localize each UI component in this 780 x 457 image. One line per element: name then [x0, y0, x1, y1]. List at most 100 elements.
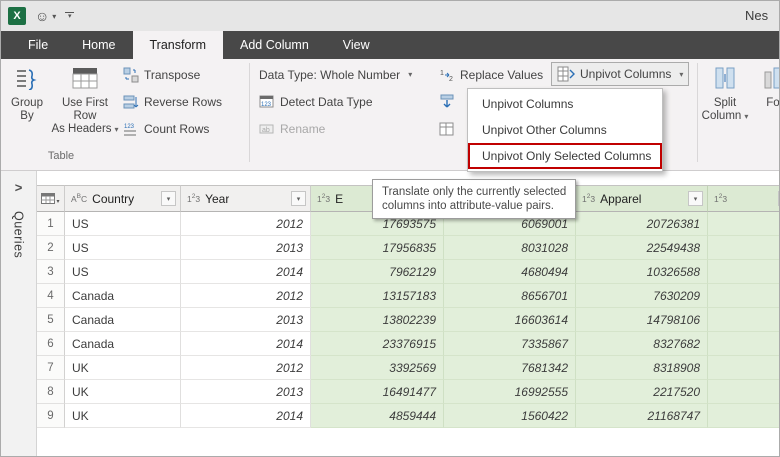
column-header-apparel[interactable]: 123 Apparel ▾: [576, 185, 708, 212]
menu-item-unpivot-other-columns[interactable]: Unpivot Other Columns: [468, 117, 662, 143]
cell[interactable]: 16603614: [444, 308, 576, 332]
row-number[interactable]: 4: [37, 284, 65, 308]
cell[interactable]: 2014: [181, 404, 311, 428]
type-number-icon: 123: [582, 193, 596, 204]
table-row: 2 US 2013 17956835 8031028 22549438: [37, 236, 779, 260]
cell[interactable]: 8318908: [576, 356, 708, 380]
cell[interactable]: 23376915: [311, 332, 444, 356]
cell[interactable]: 14798106: [576, 308, 708, 332]
cell[interactable]: [708, 332, 779, 356]
tab-add-column[interactable]: Add Column: [223, 31, 326, 59]
table-corner-button[interactable]: ▾: [37, 185, 65, 212]
cell[interactable]: UK: [65, 404, 181, 428]
cell[interactable]: 17956835: [311, 236, 444, 260]
cell[interactable]: 7335867: [444, 332, 576, 356]
menu-item-unpivot-columns[interactable]: Unpivot Columns: [468, 91, 662, 117]
tab-transform[interactable]: Transform: [132, 31, 223, 59]
qat-customize-icon[interactable]: ▾: [65, 12, 75, 20]
row-number[interactable]: 8: [37, 380, 65, 404]
cell[interactable]: 2012: [181, 212, 311, 236]
cell[interactable]: 2014: [181, 332, 311, 356]
count-rows-button[interactable]: 123 Count Rows: [123, 117, 209, 140]
use-first-row-as-headers-button[interactable]: Use First Row As Headers ▾: [51, 62, 119, 146]
cell[interactable]: 3392569: [311, 356, 444, 380]
cell[interactable]: [708, 236, 779, 260]
cell[interactable]: Canada: [65, 332, 181, 356]
cell[interactable]: 8031028: [444, 236, 576, 260]
cell[interactable]: 2014: [181, 260, 311, 284]
expand-queries-pane-icon[interactable]: >: [15, 180, 23, 195]
cell[interactable]: 7681342: [444, 356, 576, 380]
replace-values-dropdown[interactable]: 12 Replace Values▾: [439, 63, 555, 86]
cell[interactable]: US: [65, 260, 181, 284]
cell[interactable]: 13157183: [311, 284, 444, 308]
data-type-dropdown[interactable]: Data Type: Whole Number ▾: [259, 63, 412, 86]
cell[interactable]: US: [65, 212, 181, 236]
cell[interactable]: 8327682: [576, 332, 708, 356]
transpose-button[interactable]: Transpose: [123, 63, 200, 86]
cell[interactable]: [708, 404, 779, 428]
cell[interactable]: UK: [65, 356, 181, 380]
split-column-button[interactable]: Split Column ▾: [701, 62, 749, 146]
row-number[interactable]: 2: [37, 236, 65, 260]
cell[interactable]: 2013: [181, 308, 311, 332]
cell[interactable]: 1560422: [444, 404, 576, 428]
column-header-year[interactable]: 123 Year ▾: [181, 185, 311, 212]
cell[interactable]: 21168747: [576, 404, 708, 428]
reverse-rows-button[interactable]: Reverse Rows: [123, 90, 222, 113]
menu-item-unpivot-only-selected-columns[interactable]: Unpivot Only Selected Columns: [468, 143, 662, 169]
filter-dropdown-icon[interactable]: ▾: [778, 191, 779, 206]
cell[interactable]: [708, 284, 779, 308]
cell[interactable]: 8656701: [444, 284, 576, 308]
cell[interactable]: [708, 212, 779, 236]
tab-home[interactable]: Home: [65, 31, 132, 59]
row-number[interactable]: 1: [37, 212, 65, 236]
row-number[interactable]: 9: [37, 404, 65, 428]
cell[interactable]: 22549438: [576, 236, 708, 260]
cell[interactable]: 7630209: [576, 284, 708, 308]
cell[interactable]: Canada: [65, 308, 181, 332]
cell[interactable]: [708, 380, 779, 404]
row-number[interactable]: 5: [37, 308, 65, 332]
cell[interactable]: Canada: [65, 284, 181, 308]
cell[interactable]: 2012: [181, 356, 311, 380]
smiley-feedback-icon[interactable]: ☺: [35, 8, 49, 24]
cell[interactable]: 16992555: [444, 380, 576, 404]
column-header-country[interactable]: ABC Country ▾: [65, 185, 181, 212]
cell[interactable]: [708, 356, 779, 380]
filter-dropdown-icon[interactable]: ▾: [688, 191, 703, 206]
tab-view[interactable]: View: [326, 31, 387, 59]
cell[interactable]: 2217520: [576, 380, 708, 404]
unpivot-columns-dropdown[interactable]: Unpivot Columns ▾: [551, 62, 690, 86]
cell[interactable]: 2013: [181, 380, 311, 404]
row-number[interactable]: 3: [37, 260, 65, 284]
cell[interactable]: 13802239: [311, 308, 444, 332]
tooltip-line-1: Translate only the currently selected: [382, 186, 567, 198]
pivot-column-button[interactable]: [439, 117, 465, 140]
cell[interactable]: 20726381: [576, 212, 708, 236]
filter-dropdown-icon[interactable]: ▾: [291, 191, 306, 206]
cell[interactable]: 2012: [181, 284, 311, 308]
group-by-button[interactable]: Group By: [5, 62, 49, 146]
cell[interactable]: [708, 260, 779, 284]
cell[interactable]: 16491477: [311, 380, 444, 404]
cell[interactable]: UK: [65, 380, 181, 404]
column-header-col6[interactable]: 123 ▾: [708, 185, 779, 212]
cell[interactable]: 4680494: [444, 260, 576, 284]
cell[interactable]: 10326588: [576, 260, 708, 284]
filter-dropdown-icon[interactable]: ▾: [161, 191, 176, 206]
cell[interactable]: 7962129: [311, 260, 444, 284]
format-button[interactable]: Fo: [753, 62, 779, 146]
smiley-dropdown-caret-icon[interactable]: ▾: [52, 12, 56, 21]
cell[interactable]: 2013: [181, 236, 311, 260]
row-number[interactable]: 6: [37, 332, 65, 356]
cell[interactable]: [708, 308, 779, 332]
column-label: Country: [92, 191, 135, 206]
cell[interactable]: 4859444: [311, 404, 444, 428]
row-number[interactable]: 7: [37, 356, 65, 380]
table-row: 4 Canada 2012 13157183 8656701 7630209: [37, 284, 779, 308]
detect-data-type-button[interactable]: 123 Detect Data Type: [259, 90, 373, 113]
fill-down-button[interactable]: [439, 90, 465, 113]
tab-file[interactable]: File: [11, 31, 65, 59]
cell[interactable]: US: [65, 236, 181, 260]
